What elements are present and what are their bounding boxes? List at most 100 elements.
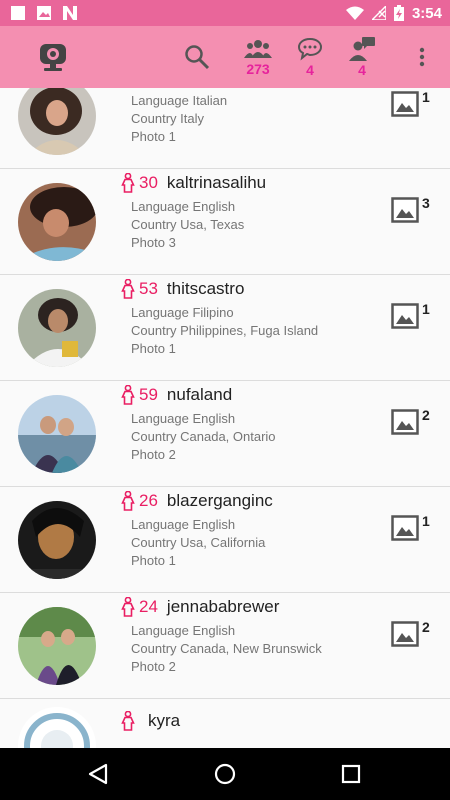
photo-count: 1 (422, 301, 430, 317)
user-country: Country Philippines, Fuga Island (131, 323, 319, 338)
recents-button[interactable] (335, 758, 367, 790)
webcam-logo-button[interactable] (36, 26, 70, 88)
recents-square-icon (341, 764, 361, 784)
avatar[interactable] (18, 289, 96, 367)
app-toolbar: 273 4 4 (0, 26, 450, 88)
messages-count: 4 (306, 62, 314, 78)
user-header: 30 kaltrinasalihu (121, 173, 266, 193)
user-list[interactable]: 39 giulianadelillo Language Italian Coun… (0, 88, 450, 748)
user-chat-icon (349, 37, 375, 61)
photo-count: 3 (422, 195, 430, 211)
groups-count: 273 (246, 61, 270, 77)
username[interactable]: blazerganginc (167, 491, 273, 511)
user-age: 59 (139, 385, 158, 404)
female-icon (121, 385, 135, 405)
user-language: Language English (131, 199, 236, 214)
avatar[interactable] (18, 707, 96, 748)
user-info: Language English Country Usa, Texas Phot… (131, 198, 244, 252)
search-button[interactable] (182, 26, 212, 88)
user-country: Country Canada, New Brunswick (131, 641, 322, 656)
female-icon (121, 491, 135, 511)
contacts-button[interactable]: 4 (346, 26, 378, 88)
photo-gallery-icon[interactable] (391, 197, 419, 223)
wifi-icon (345, 6, 364, 20)
avatar[interactable] (18, 501, 96, 579)
no-signal-icon (371, 6, 386, 20)
messages-button[interactable]: 4 (295, 26, 325, 88)
system-nav-bar (0, 748, 450, 800)
user-language: Language English (131, 411, 236, 426)
photo-gallery-icon[interactable] (391, 409, 419, 435)
username[interactable]: thitscastro (167, 279, 244, 299)
user-header: 59 nufaland (121, 385, 232, 405)
user-photo: Photo 2 (131, 447, 176, 462)
user-age: 26 (139, 491, 158, 510)
user-country: Country Usa, California (131, 535, 266, 550)
n-app-icon (63, 6, 77, 20)
user-photo: Photo 1 (131, 553, 176, 568)
avatar[interactable] (18, 183, 96, 261)
user-language: Language English (131, 517, 236, 532)
user-age: 24 (139, 597, 158, 616)
photo-count: 2 (422, 407, 430, 423)
overflow-menu-button[interactable] (412, 26, 432, 88)
back-triangle-icon (88, 763, 108, 785)
status-bar: 3:54 (0, 0, 450, 26)
user-list-item[interactable]: 53 thitscastro Language Filipino Country… (0, 275, 450, 381)
status-time: 3:54 (411, 4, 442, 22)
home-circle-icon (214, 763, 236, 785)
user-list-item[interactable]: 39 giulianadelillo Language Italian Coun… (0, 88, 450, 169)
username[interactable]: kaltrinasalihu (167, 173, 266, 193)
notification-square-icon (11, 6, 25, 20)
user-photo: Photo 2 (131, 659, 176, 674)
photo-gallery-icon[interactable] (391, 303, 419, 329)
username[interactable]: nufaland (167, 385, 232, 405)
user-country: Country Canada, Ontario (131, 429, 276, 444)
username[interactable]: jennababrewer (167, 597, 279, 617)
user-age: 30 (139, 173, 158, 192)
home-button[interactable] (209, 758, 241, 790)
female-icon (121, 597, 135, 617)
chat-bubble-icon (297, 37, 323, 61)
photo-count: 1 (422, 513, 430, 529)
user-language: Language Filipino (131, 305, 234, 320)
avatar[interactable] (18, 88, 96, 155)
user-language: Language English (131, 623, 236, 638)
user-country: Country Italy (131, 111, 204, 126)
photo-count: 1 (422, 89, 430, 105)
user-header: 26 blazerganginc (121, 491, 273, 511)
groups-button[interactable]: 273 (240, 26, 276, 88)
user-list-item[interactable]: 26 blazerganginc Language English Countr… (0, 487, 450, 593)
female-icon (121, 279, 135, 299)
photo-gallery-icon[interactable] (391, 515, 419, 541)
webcam-icon (40, 44, 66, 71)
battery-charging-icon (393, 5, 404, 21)
image-icon (37, 6, 51, 20)
photo-gallery-icon[interactable] (391, 91, 419, 117)
groups-icon (244, 40, 272, 58)
back-button[interactable] (82, 758, 114, 790)
user-header: 53 thitscastro (121, 279, 244, 299)
user-list-item[interactable]: 59 nufaland Language English Country Can… (0, 381, 450, 487)
user-header: kyra (121, 711, 180, 731)
user-info: Language Filipino Country Philippines, F… (131, 304, 318, 358)
user-language: Language Italian (131, 93, 228, 108)
photo-gallery-icon[interactable] (391, 621, 419, 647)
user-age: 53 (139, 279, 158, 298)
female-icon (121, 173, 135, 193)
user-country: Country Usa, Texas (131, 217, 245, 232)
user-info: Language Italian Country Italy Photo 1 (131, 92, 227, 146)
more-vert-icon (419, 47, 425, 67)
female-icon (121, 711, 135, 731)
search-icon (185, 45, 210, 70)
user-photo: Photo 1 (131, 341, 176, 356)
user-photo: Photo 1 (131, 129, 176, 144)
user-list-item[interactable]: 24 jennababrewer Language English Countr… (0, 593, 450, 699)
user-list-item[interactable]: 30 kaltrinasalihu Language English Count… (0, 169, 450, 275)
avatar[interactable] (18, 395, 96, 473)
user-info: Language English Country Usa, California… (131, 516, 265, 570)
avatar[interactable] (18, 607, 96, 685)
photo-count: 2 (422, 619, 430, 635)
username[interactable]: kyra (148, 711, 180, 731)
user-list-item[interactable]: kyra (0, 699, 450, 748)
